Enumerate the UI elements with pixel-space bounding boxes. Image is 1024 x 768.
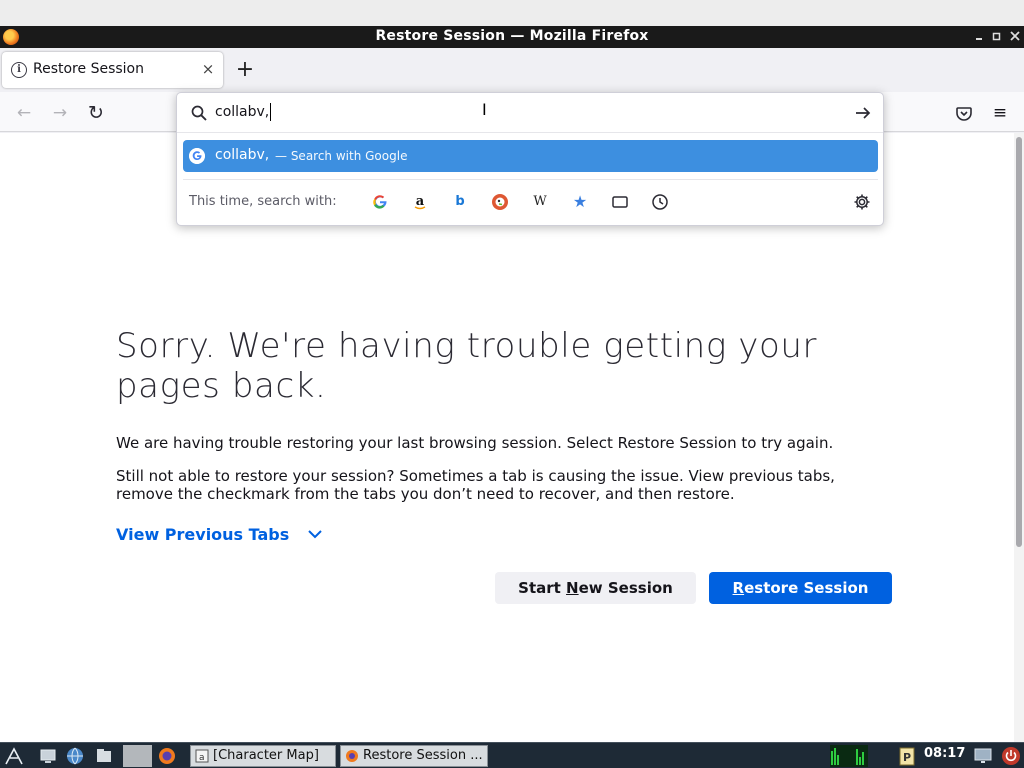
history-clock-icon[interactable] — [651, 193, 669, 211]
minimize-icon[interactable] — [973, 29, 987, 43]
info-icon: i — [11, 62, 27, 78]
desktop-taskbar: a [Character Map] Restore Session ... P … — [0, 742, 1024, 768]
back-arrow-icon[interactable]: ← — [11, 100, 37, 126]
hamburger-menu-icon[interactable]: ≡ — [987, 100, 1013, 126]
duckduckgo-icon[interactable] — [491, 193, 509, 211]
url-dropdown-panel: I collabv, — Search with Google This tim… — [176, 92, 884, 226]
taskbar-task-character-map[interactable]: a [Character Map] — [190, 745, 336, 767]
url-input[interactable] — [215, 101, 815, 123]
search-settings-gear-icon[interactable] — [853, 193, 871, 211]
restore-session-accesskey: R — [732, 579, 745, 597]
restore-session-label-after: estore Session — [744, 579, 869, 597]
task-label: Restore Session ... — [363, 748, 483, 763]
start-menu-icon[interactable] — [4, 746, 24, 766]
web-browser-launcher-icon[interactable] — [65, 746, 85, 766]
oneoff-divider — [183, 179, 878, 180]
start-new-session-button[interactable]: Start New Session — [495, 572, 696, 604]
pocket-icon[interactable] — [951, 100, 977, 126]
suggestion-action: — Search with Google — [275, 149, 408, 163]
display-settings-icon[interactable] — [973, 746, 993, 766]
search-suggestion-row[interactable]: collabv, — Search with Google — [183, 140, 878, 172]
firefox-icon — [346, 750, 358, 762]
desktop-top-strip — [0, 0, 1024, 26]
tab-strip: i Restore Session × + — [0, 48, 1024, 92]
maximize-icon[interactable] — [990, 29, 1004, 43]
tab-title: Restore Session — [33, 61, 144, 77]
mouse-ibeam-cursor-icon: I — [482, 100, 487, 119]
reload-icon[interactable]: ↻ — [83, 100, 109, 126]
url-divider — [177, 132, 883, 133]
chevron-down-icon[interactable] — [307, 526, 323, 542]
search-icon — [191, 105, 207, 121]
task-label: [Character Map] — [213, 748, 319, 763]
window-titlebar[interactable]: Restore Session — Mozilla Firefox — [0, 26, 1024, 48]
bing-icon[interactable]: b — [451, 193, 469, 211]
taskbar-clock[interactable]: 08:17 — [924, 746, 965, 761]
page-scrollbar[interactable] — [1014, 133, 1024, 742]
google-icon — [189, 148, 205, 164]
amazon-icon[interactable]: a — [411, 193, 429, 211]
svg-text:a: a — [199, 753, 205, 763]
power-icon[interactable] — [1001, 746, 1021, 766]
oneoff-search-label: This time, search with: — [189, 194, 337, 209]
restore-session-button[interactable]: Restore Session — [709, 572, 892, 604]
view-previous-tabs-toggle[interactable]: View Previous Tabs — [116, 524, 323, 544]
firefox-launcher-icon[interactable] — [157, 746, 177, 766]
svg-text:P: P — [903, 751, 911, 764]
go-arrow-icon[interactable] — [853, 103, 873, 123]
cpu-monitor-graph-icon — [830, 745, 868, 767]
show-desktop-icon[interactable] — [38, 746, 58, 766]
window-title: Restore Session — Mozilla Firefox — [375, 28, 649, 44]
tab-restore-session[interactable]: i Restore Session × — [2, 52, 223, 88]
tab-close-icon[interactable]: × — [198, 59, 218, 79]
clipboard-icon[interactable]: P — [897, 746, 917, 766]
character-map-icon: a — [195, 749, 209, 763]
text-caret — [270, 103, 271, 121]
workspace-switcher[interactable] — [123, 745, 152, 767]
start-new-session-label-before: Start — [518, 579, 567, 597]
new-tab-button[interactable]: + — [232, 58, 258, 84]
file-manager-launcher-icon[interactable] — [94, 746, 114, 766]
suggestion-query: collabv, — [215, 147, 270, 163]
start-new-session-label-after: ew Session — [578, 579, 673, 597]
scrollbar-thumb[interactable] — [1016, 137, 1022, 547]
wikipedia-icon[interactable]: W — [531, 193, 549, 211]
close-window-icon[interactable] — [1008, 29, 1022, 43]
google-icon[interactable] — [371, 193, 389, 211]
bookmarks-star-icon[interactable]: ★ — [571, 193, 589, 211]
start-new-session-accesskey: N — [566, 579, 579, 597]
view-previous-tabs-label[interactable]: View Previous Tabs — [116, 525, 289, 544]
trouble-paragraph: We are having trouble restoring your las… — [116, 434, 834, 452]
forward-arrow-icon[interactable]: → — [47, 100, 73, 126]
tabs-icon[interactable] — [611, 193, 629, 211]
taskbar-task-restore-session[interactable]: Restore Session ... — [340, 745, 488, 767]
help-paragraph: Still not able to restore your session? … — [116, 467, 835, 503]
page-heading: Sorry. We're having trouble getting your… — [116, 326, 818, 406]
